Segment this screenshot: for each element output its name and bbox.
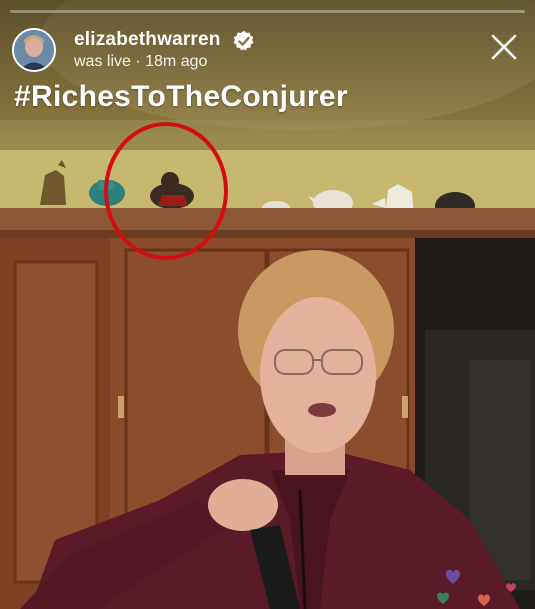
annotation-circle [104,122,228,260]
close-icon[interactable] [487,30,521,64]
replay-progress-bar[interactable] [10,10,525,13]
floating-hearts-icon [437,569,516,606]
live-status: was live [74,53,131,70]
verified-badge-icon [233,30,254,51]
separator-dot: · [130,53,146,70]
username[interactable]: elizabethwarren [74,29,221,51]
time-ago: 18m ago [145,53,208,70]
live-status-text: was live · 18m ago [74,53,207,71]
live-replay-viewer: elizabethwarren was live · 18m ago #Rich… [0,0,535,609]
profile-avatar[interactable] [12,28,56,72]
avatar-image [14,30,54,70]
caption-hashtag: #RichesToTheConjurer [14,80,348,113]
